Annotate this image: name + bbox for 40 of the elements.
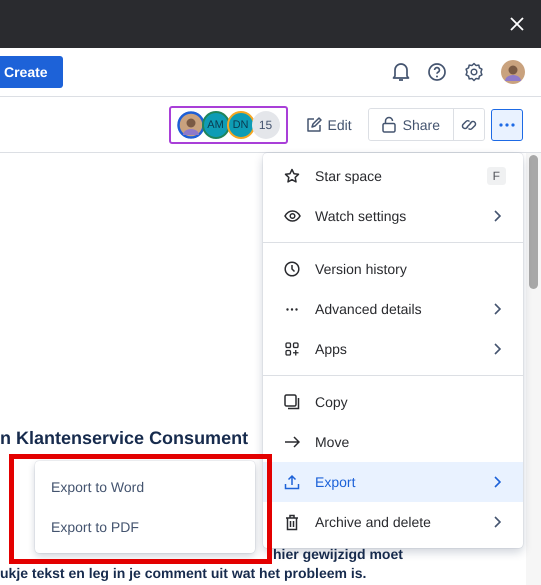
notification-icon[interactable] (392, 62, 410, 82)
body-text: ukje tekst en leg in je comment uit wat het probleem is. (0, 565, 366, 581)
menu-item[interactable]: Export to Word (35, 467, 255, 507)
shortcut-key: F (486, 167, 506, 185)
unlock-icon (382, 116, 396, 133)
menu-item[interactable]: Apps (263, 329, 523, 369)
help-icon[interactable] (427, 62, 447, 82)
star-icon (284, 168, 300, 184)
more-button[interactable] (491, 108, 523, 140)
menu-item[interactable]: Advanced details (263, 289, 523, 329)
menu-item[interactable]: Move (263, 422, 523, 462)
copy-icon (284, 394, 300, 410)
eye-icon (284, 210, 300, 222)
settings-icon[interactable] (464, 62, 484, 82)
pencil-icon (306, 116, 322, 132)
avatar-icon[interactable] (501, 60, 525, 84)
menu-item[interactable]: Archive and delete (263, 502, 523, 542)
user-avatar: AM (202, 110, 230, 138)
menu-item[interactable]: Export to PDF (35, 507, 255, 547)
clock-icon (284, 261, 300, 277)
body-text: hier gewijzigd moet (273, 546, 403, 562)
collaborators-group[interactable]: AM DN 15 (168, 106, 288, 144)
menu-item[interactable]: Copy (263, 382, 523, 422)
scrollbar[interactable] (526, 153, 541, 585)
upload-icon (284, 474, 300, 490)
page-heading: n Klantenservice Consument (0, 427, 248, 450)
menu-item[interactable]: Version history (263, 249, 523, 289)
more-icon (499, 122, 515, 126)
menu-item[interactable]: Watch settings (263, 196, 523, 236)
close-icon[interactable] (510, 17, 524, 31)
trash-icon (285, 514, 299, 530)
more-icon (286, 308, 298, 310)
user-avatar: DN (226, 110, 255, 138)
menu-item[interactable]: Export (263, 462, 523, 502)
create-button[interactable]: Create (0, 56, 63, 88)
more-users-count: 15 (252, 110, 280, 138)
apps-icon (285, 342, 299, 356)
arrow-icon (284, 436, 300, 448)
edit-button[interactable]: Edit (296, 108, 362, 140)
menu-item[interactable]: Star space F (263, 156, 523, 196)
